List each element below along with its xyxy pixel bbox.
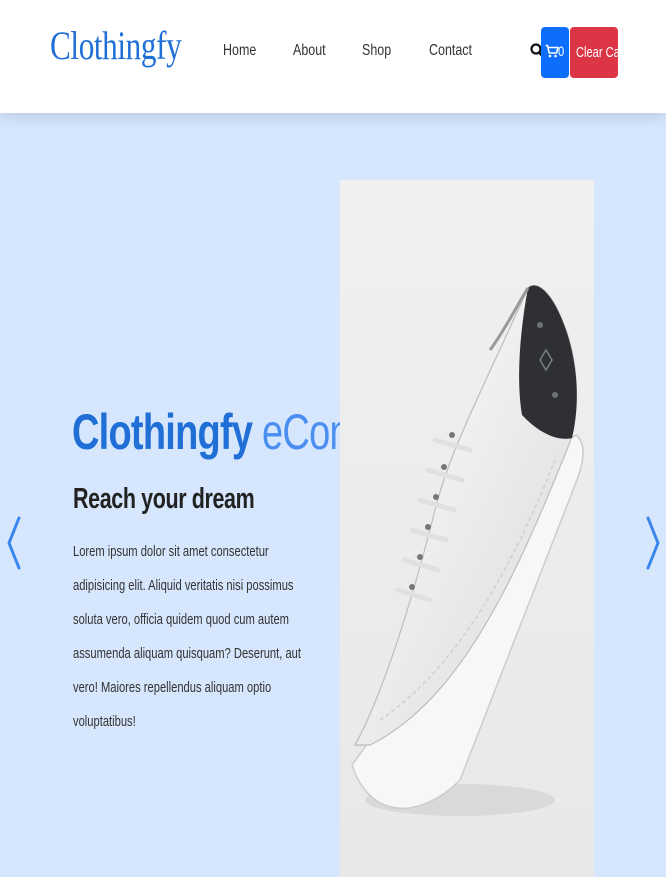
brand-logo[interactable]: Clothingfy <box>50 22 182 69</box>
cart-button[interactable]: 0 <box>541 27 569 78</box>
clear-cart-label: Clear Cart <box>576 44 618 61</box>
sneaker-illustration <box>340 180 594 877</box>
hero-title-brand: Clothingfy <box>72 404 253 460</box>
nav-link-home[interactable]: Home <box>223 42 256 60</box>
clear-cart-button[interactable]: Clear Cart <box>570 27 618 78</box>
hero-description: Lorem ipsum dolor sit amet consectetur a… <box>73 543 301 730</box>
cart-icon <box>545 44 559 58</box>
cart-count-badge: 0 <box>558 43 565 59</box>
nav-link-contact[interactable]: Contact <box>429 42 472 60</box>
chevron-right-icon <box>646 516 660 570</box>
chevron-left-icon <box>7 516 21 570</box>
hero-subtitle: Reach your dream <box>73 483 255 515</box>
carousel-prev-button[interactable] <box>6 515 22 571</box>
nav-link-about[interactable]: About <box>293 42 326 60</box>
nav-link-shop[interactable]: Shop <box>362 42 391 60</box>
hero-product-image <box>340 180 594 877</box>
navbar: Clothingfy Home About Shop Contact 0 Cle… <box>0 0 666 113</box>
carousel-next-button[interactable] <box>645 515 661 571</box>
